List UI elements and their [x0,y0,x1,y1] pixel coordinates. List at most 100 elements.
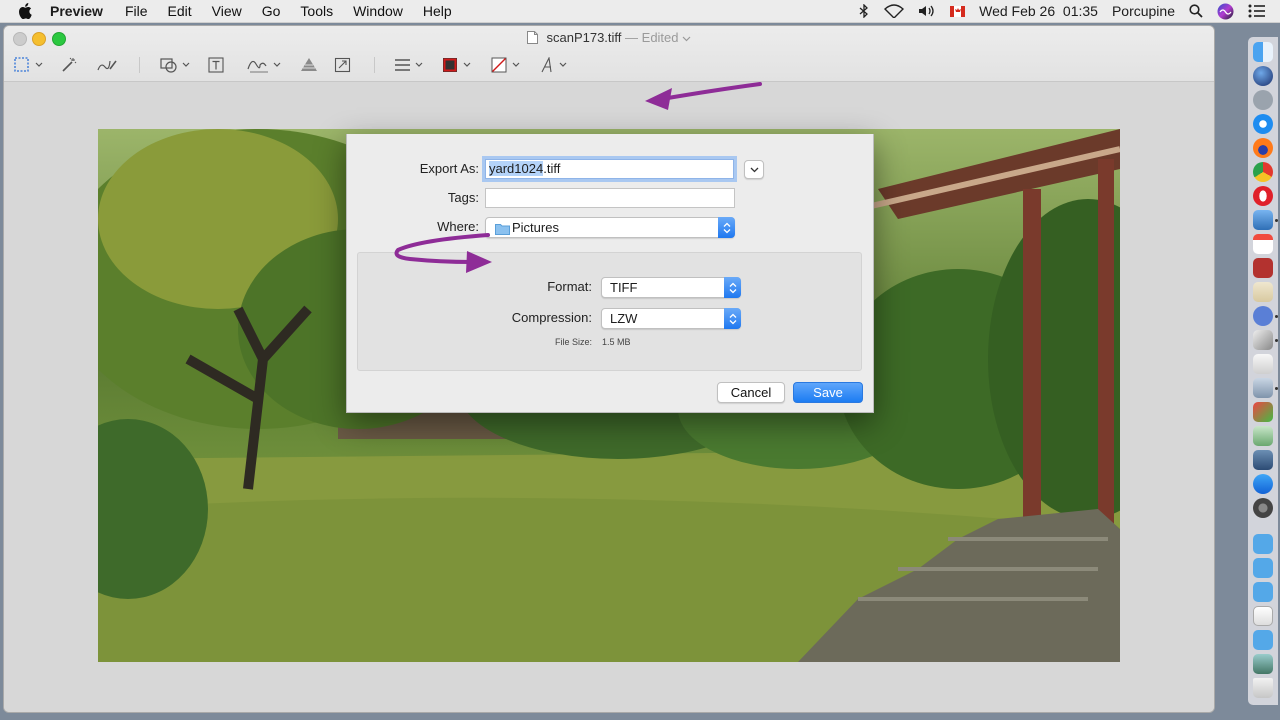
signature-tool-button[interactable] [247,55,283,75]
toolbar-divider [374,57,375,73]
instant-alpha-icon[interactable] [60,55,78,75]
edited-status: — Edited [625,30,679,45]
window-filename: scanP173.tiff [546,30,622,45]
calendar-icon[interactable] [1253,234,1273,254]
adjust-size-icon[interactable] [334,55,352,75]
toolbar-divider [139,57,140,73]
folder-icon[interactable] [1253,558,1273,578]
apple-menu-icon[interactable] [18,3,36,19]
document-area[interactable]: Export As: yard1024.tiff Tags: Where: Pi… [4,82,1214,712]
volume-icon[interactable] [918,4,936,18]
shapes-tool-button[interactable] [160,55,192,75]
bbedit-icon[interactable] [1253,306,1273,326]
where-stepper-icon [718,217,735,238]
running-indicator [1275,219,1278,222]
text-style-button[interactable] [540,55,572,75]
image-stack-icon[interactable] [1253,654,1273,674]
finder-icon[interactable] [1253,42,1273,62]
folder-icon[interactable] [1253,534,1273,554]
expand-dialog-button[interactable] [744,160,764,179]
app-store-icon[interactable] [1253,474,1273,494]
document-icon [526,31,538,47]
where-value: Pictures [512,220,559,235]
folder-icon [495,221,510,240]
image-app-icon[interactable] [1253,330,1273,350]
chevron-down-icon [750,167,758,172]
border-color-button[interactable] [442,55,476,75]
spotlight-search-icon[interactable] [1189,4,1203,18]
format-label: Format: [547,279,592,294]
dock [1248,37,1278,705]
input-source-flag-icon[interactable] [950,5,966,17]
menu-file[interactable]: File [125,3,148,19]
notification-center-icon[interactable] [1248,4,1266,18]
file-size-label: File Size: [554,337,592,347]
dictionary-icon[interactable] [1253,258,1273,278]
menu-help[interactable]: Help [423,3,452,19]
title-chevron-icon[interactable] [682,30,691,45]
folder-icon[interactable] [1253,630,1273,650]
format-stepper-icon [724,277,741,298]
sketch-tool-icon[interactable] [96,55,118,75]
compression-label: Compression: [511,310,592,325]
running-indicator [1275,387,1278,390]
window-title[interactable]: scanP173.tiff — Edited [4,30,1214,47]
running-indicator [1275,315,1278,318]
text-tool-icon[interactable] [208,55,224,75]
menu-bar: Preview File Edit View Go Tools Window H… [0,0,1280,23]
preview-app-icon[interactable] [1253,210,1273,230]
export-as-extension: .tiff [543,161,561,176]
export-as-field[interactable]: yard1024.tiff [485,159,734,179]
folder-icon[interactable] [1253,582,1273,602]
cancel-button[interactable]: Cancel [717,382,785,403]
siri-icon[interactable] [1253,66,1273,86]
graphics-app-icon[interactable] [1253,402,1273,422]
format-value: TIFF [610,280,638,295]
menu-window[interactable]: Window [353,3,403,19]
photos-app-icon[interactable] [1253,426,1273,446]
selection-tool-button[interactable] [14,55,44,75]
compression-stepper-icon [724,308,741,329]
export-dialog: Export As: yard1024.tiff Tags: Where: Pi… [346,134,874,413]
fill-color-button[interactable] [491,55,525,75]
tags-field[interactable] [485,188,735,208]
adjust-color-icon[interactable] [299,55,319,75]
wifi-icon[interactable] [884,4,905,18]
utility-app-icon[interactable] [1253,378,1273,398]
bluetooth-icon[interactable] [858,4,870,18]
menu-tools[interactable]: Tools [300,3,333,19]
tags-label: Tags: [447,190,479,205]
compression-value: LZW [610,311,638,326]
system-preferences-icon[interactable] [1253,498,1273,518]
launchpad-icon[interactable] [1253,90,1273,110]
format-options-panel: Format: TIFF Compression: LZW File Size:… [357,252,862,371]
compression-popup[interactable]: LZW [601,308,741,329]
menubar-clock[interactable]: Wed Feb 26 01:35 [979,3,1098,19]
document-stack-icon[interactable] [1253,606,1273,626]
shape-style-button[interactable] [394,55,426,75]
title-bar: scanP173.tiff — Edited [4,26,1214,82]
menu-app-name[interactable]: Preview [50,3,103,19]
export-as-selected-text: yard1024 [489,161,544,176]
opera-icon[interactable] [1253,186,1273,206]
menu-edit[interactable]: Edit [168,3,192,19]
export-as-label: Export As: [419,161,479,176]
trash-icon[interactable] [1253,678,1273,698]
menubar-user[interactable]: Porcupine [1112,3,1175,19]
menu-view[interactable]: View [212,3,242,19]
where-label: Where: [437,219,479,234]
notes-icon[interactable] [1253,282,1273,302]
file-size-value: 1.5 MB [602,337,631,347]
menu-go[interactable]: Go [262,3,281,19]
textedit-icon[interactable] [1253,354,1273,374]
siri-icon[interactable] [1217,3,1234,20]
format-popup[interactable]: TIFF [601,277,741,298]
chrome-icon[interactable] [1253,162,1273,182]
firefox-icon[interactable] [1253,138,1273,158]
image-capture-icon[interactable] [1253,450,1273,470]
markup-toolbar [4,51,1214,79]
safari-icon[interactable] [1253,114,1273,134]
where-popup[interactable]: Pictures [485,217,735,238]
preview-window: scanP173.tiff — Edited Export As: yard10… [4,26,1214,712]
save-button[interactable]: Save [793,382,863,403]
